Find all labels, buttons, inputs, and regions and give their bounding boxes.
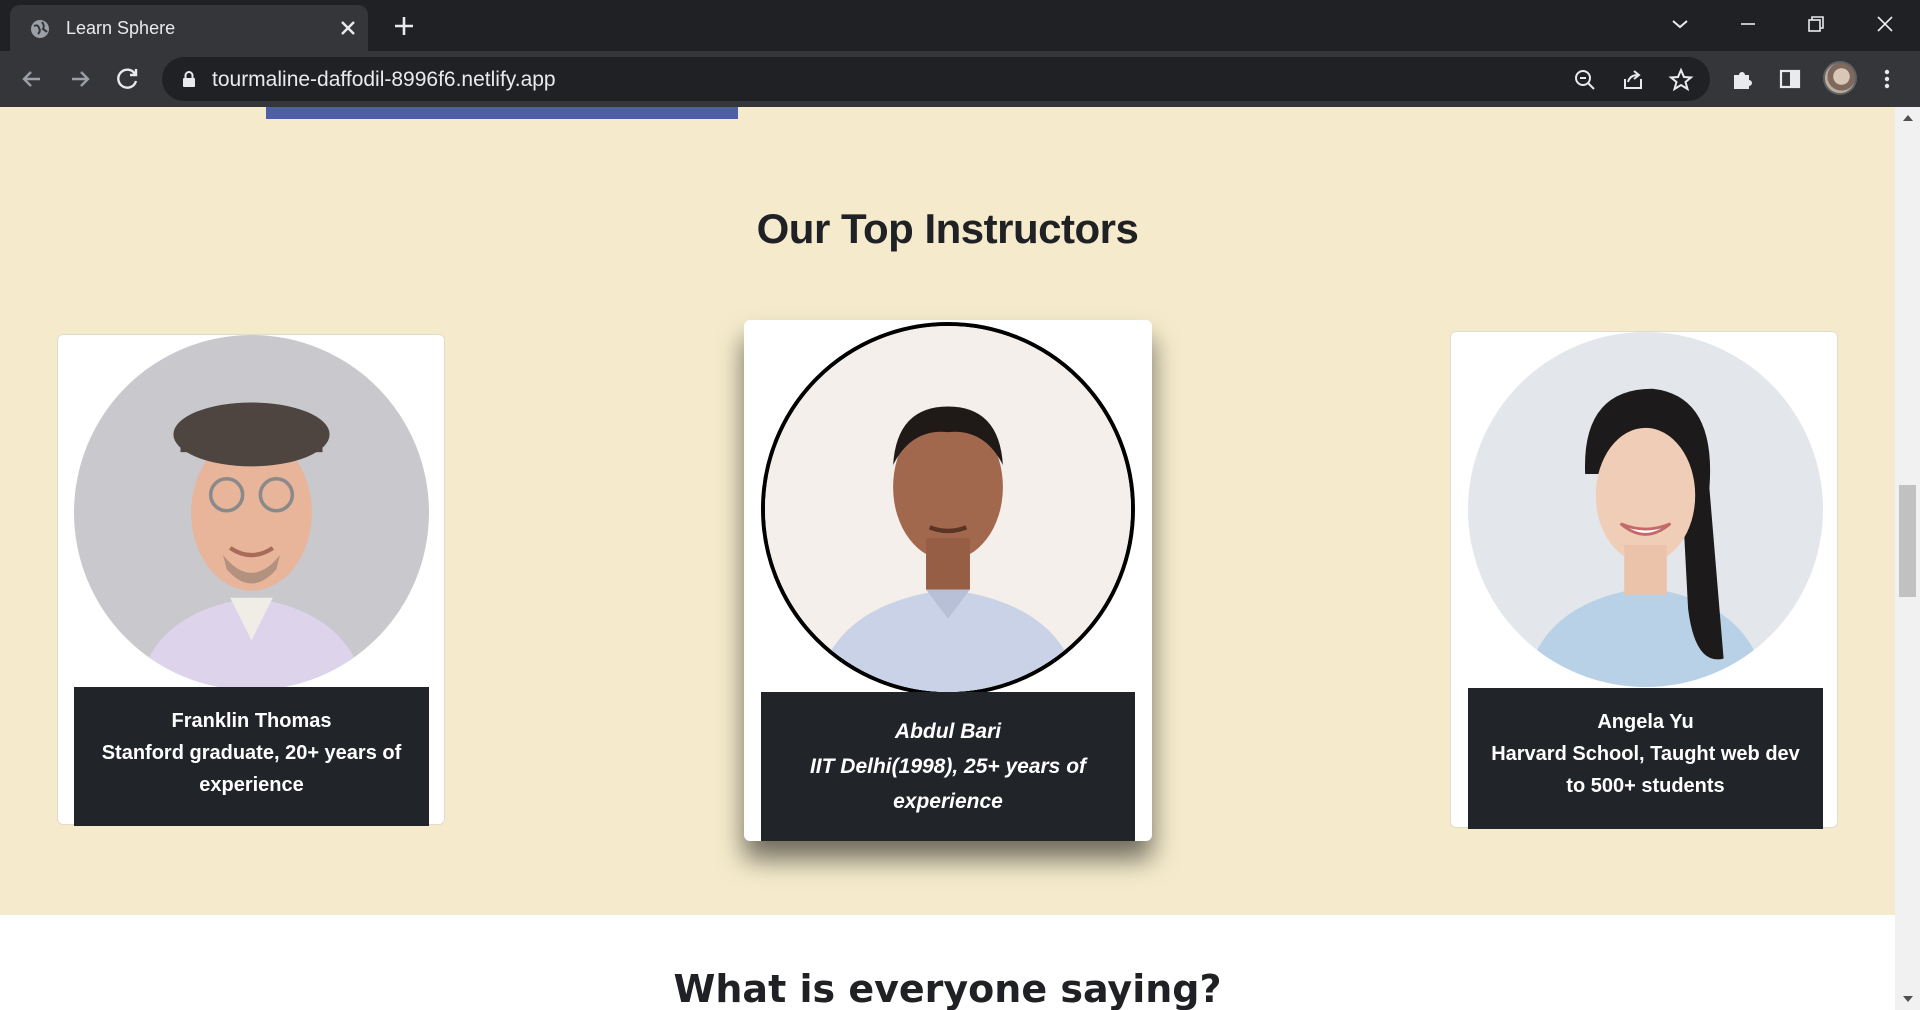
instructor-name: Abdul Bari — [894, 720, 1002, 743]
instructor-description: Harvard School, Taught web dev to 500+ s… — [1491, 743, 1800, 797]
forward-icon[interactable] — [66, 65, 94, 93]
browser-tab[interactable]: Learn Sphere — [10, 5, 368, 51]
instructor-portrait-image — [765, 326, 1131, 692]
side-panel-icon[interactable] — [1776, 65, 1804, 93]
reload-icon[interactable] — [114, 65, 142, 93]
profile-avatar[interactable] — [1823, 61, 1857, 95]
browser-toolbar: tourmaline-daffodil-8996f6.netlify.app — [0, 51, 1920, 107]
instructor-name: Angela Yu — [1597, 711, 1694, 733]
scroll-up-arrow-icon[interactable] — [1903, 115, 1913, 121]
lock-icon[interactable] — [180, 70, 198, 88]
instructor-portrait-image — [1468, 332, 1823, 687]
instructor-card-abdul-bari[interactable]: Abdul Bari IIT Delhi(1998), 25+ years of… — [744, 320, 1152, 841]
menu-kebab-icon[interactable] — [1873, 65, 1901, 93]
browser-tab-bar: Learn Sphere — [0, 0, 1920, 51]
scrollbar-thumb[interactable] — [1899, 485, 1916, 597]
tab-search-icon[interactable] — [1666, 10, 1694, 38]
section-title: Our Top Instructors — [756, 205, 1139, 252]
instructor-card-franklin-thomas[interactable]: Franklin Thomas Stanford graduate, 20+ y… — [57, 334, 445, 826]
scroll-down-arrow-icon[interactable] — [1903, 996, 1913, 1002]
testimonials-title: What is everyone saying? — [673, 967, 1222, 1010]
zoom-out-icon[interactable] — [1572, 67, 1598, 93]
back-icon[interactable] — [18, 65, 46, 93]
restore-icon[interactable] — [1802, 10, 1830, 38]
globe-icon — [31, 20, 49, 38]
minimize-icon[interactable] — [1734, 10, 1762, 38]
share-icon[interactable] — [1620, 67, 1646, 93]
instructor-caption: Abdul Bari IIT Delhi(1998), 25+ years of… — [761, 692, 1135, 841]
instructor-description: Stanford graduate, 20+ years of experien… — [101, 742, 402, 796]
instructor-portrait-image — [74, 335, 429, 690]
instructor-photo — [74, 335, 429, 690]
instructor-caption: Franklin Thomas Stanford graduate, 20+ y… — [74, 687, 429, 826]
close-window-icon[interactable] — [1871, 10, 1899, 38]
bookmark-star-icon[interactable] — [1668, 67, 1694, 93]
instructor-caption: Angela Yu Harvard School, Taught web dev… — [1468, 688, 1823, 829]
address-bar[interactable]: tourmaline-daffodil-8996f6.netlify.app — [162, 57, 1710, 101]
instructor-description: IIT Delhi(1998), 25+ years of experience — [809, 755, 1087, 813]
instructor-card-angela-yu[interactable]: Angela Yu Harvard School, Taught web dev… — [1450, 331, 1838, 829]
close-tab-icon[interactable] — [336, 16, 360, 40]
instructor-name: Franklin Thomas — [171, 710, 332, 732]
page-scrollbar[interactable] — [1895, 107, 1920, 1010]
instructor-photo — [761, 322, 1135, 696]
url-text[interactable]: tourmaline-daffodil-8996f6.netlify.app — [212, 68, 556, 92]
new-tab-icon[interactable] — [390, 12, 418, 40]
tab-title: Learn Sphere — [66, 18, 176, 38]
page-viewport: Our Top Instructors Franklin Thomas Stan… — [0, 107, 1895, 1010]
instructor-photo — [1468, 332, 1823, 687]
previous-section-strip — [266, 107, 738, 119]
testimonials-section: What is everyone saying? — [0, 915, 1895, 1010]
extensions-icon[interactable] — [1729, 65, 1757, 93]
